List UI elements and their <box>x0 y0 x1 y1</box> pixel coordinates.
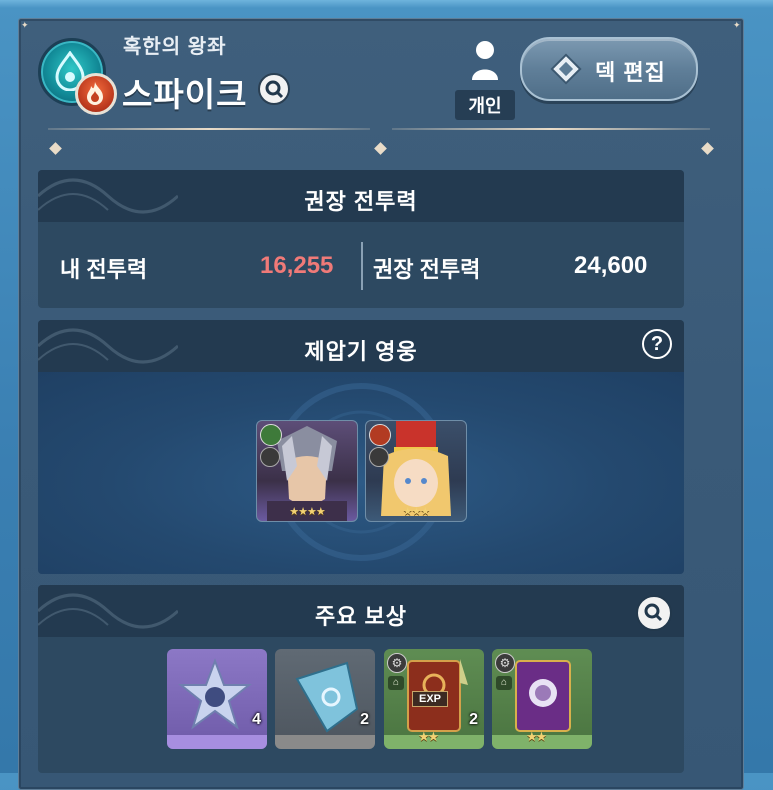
section-header: 권장 전투력 <box>38 170 684 222</box>
reward-count: 2 <box>360 711 369 728</box>
reward-item[interactable]: 4 <box>167 649 267 749</box>
recommended-cp-label: 권장 전투력 <box>373 257 481 282</box>
rarity-bar <box>275 735 375 749</box>
divider-right <box>392 128 710 130</box>
hero-stars: ★★★★ <box>289 506 325 518</box>
blue-shard-icon <box>295 661 359 733</box>
corner-ornament: ✦ <box>21 20 29 30</box>
class-icon <box>260 447 280 467</box>
nature-element-icon <box>260 424 282 446</box>
rarity-bar <box>167 735 267 749</box>
divider-left <box>48 128 370 130</box>
hero-stars: ★★★ <box>402 506 431 518</box>
exp-tag: EXP <box>412 691 449 707</box>
gear-icon: ⚙ <box>495 653 515 673</box>
my-cp-value: 16,255 <box>260 252 334 279</box>
edit-deck-button[interactable]: 덱 편집 <box>520 37 698 101</box>
edit-deck-label: 덱 편집 <box>595 60 666 85</box>
combat-power-title: 권장 전투력 <box>304 189 418 214</box>
reward-item[interactable]: 2 <box>275 649 375 749</box>
star-crystal-icon <box>178 658 252 730</box>
upgrade-icon: ⌂ <box>496 676 512 690</box>
corner-ornament: ✦ <box>733 20 741 30</box>
person-icon <box>472 41 498 80</box>
help-icon[interactable]: ? <box>642 329 672 359</box>
purple-card-icon <box>515 660 571 732</box>
fire-element-icon <box>75 73 117 115</box>
boss-name: 스파이크 <box>122 76 248 113</box>
counter-heroes-section: 제압기 영웅 ? ★★★★ ★★★ <box>38 320 684 574</box>
reward-stars: ★★ <box>526 729 547 744</box>
cp-separator <box>361 242 363 290</box>
hero-card[interactable]: ★★★ <box>365 420 467 522</box>
boss-search-icon[interactable] <box>258 73 290 105</box>
counter-heroes-title: 제압기 영웅 <box>304 339 418 364</box>
upgrade-icon: ⌂ <box>388 676 404 690</box>
rewards-section: 주요 보상 4 2 ⚙ ⌂ EXP 2 ★★ ⚙ ⌂ ★★ <box>38 585 684 773</box>
reward-stars: ★★ <box>418 729 439 744</box>
personal-mode-button[interactable]: 개인 <box>455 38 515 120</box>
hero-card[interactable]: ★★★★ <box>256 420 358 522</box>
recommended-cp-value: 24,600 <box>574 252 648 279</box>
rewards-title: 주요 보상 <box>314 604 408 629</box>
section-header: 주요 보상 <box>38 585 684 637</box>
deck-diamond-icon <box>550 53 582 85</box>
combat-power-section: 권장 전투력 내 전투력 16,255 권장 전투력 24,600 <box>38 170 684 308</box>
rewards-search-icon[interactable] <box>636 595 672 631</box>
reward-count: 2 <box>469 711 478 728</box>
class-icon <box>369 447 389 467</box>
top-edge <box>0 0 773 8</box>
dungeon-subtitle: 혹한의 왕좌 <box>123 36 227 58</box>
section-header: 제압기 영웅 ? <box>38 320 684 372</box>
reward-count: 4 <box>252 711 261 728</box>
fire-element-icon <box>369 424 391 446</box>
reward-item[interactable]: ⚙ ⌂ ★★ <box>492 649 592 749</box>
gear-icon: ⚙ <box>387 653 407 673</box>
personal-label: 개인 <box>455 90 515 120</box>
reward-item[interactable]: ⚙ ⌂ EXP 2 ★★ <box>384 649 484 749</box>
hero-display-area <box>38 372 684 574</box>
my-cp-label: 내 전투력 <box>60 257 148 282</box>
